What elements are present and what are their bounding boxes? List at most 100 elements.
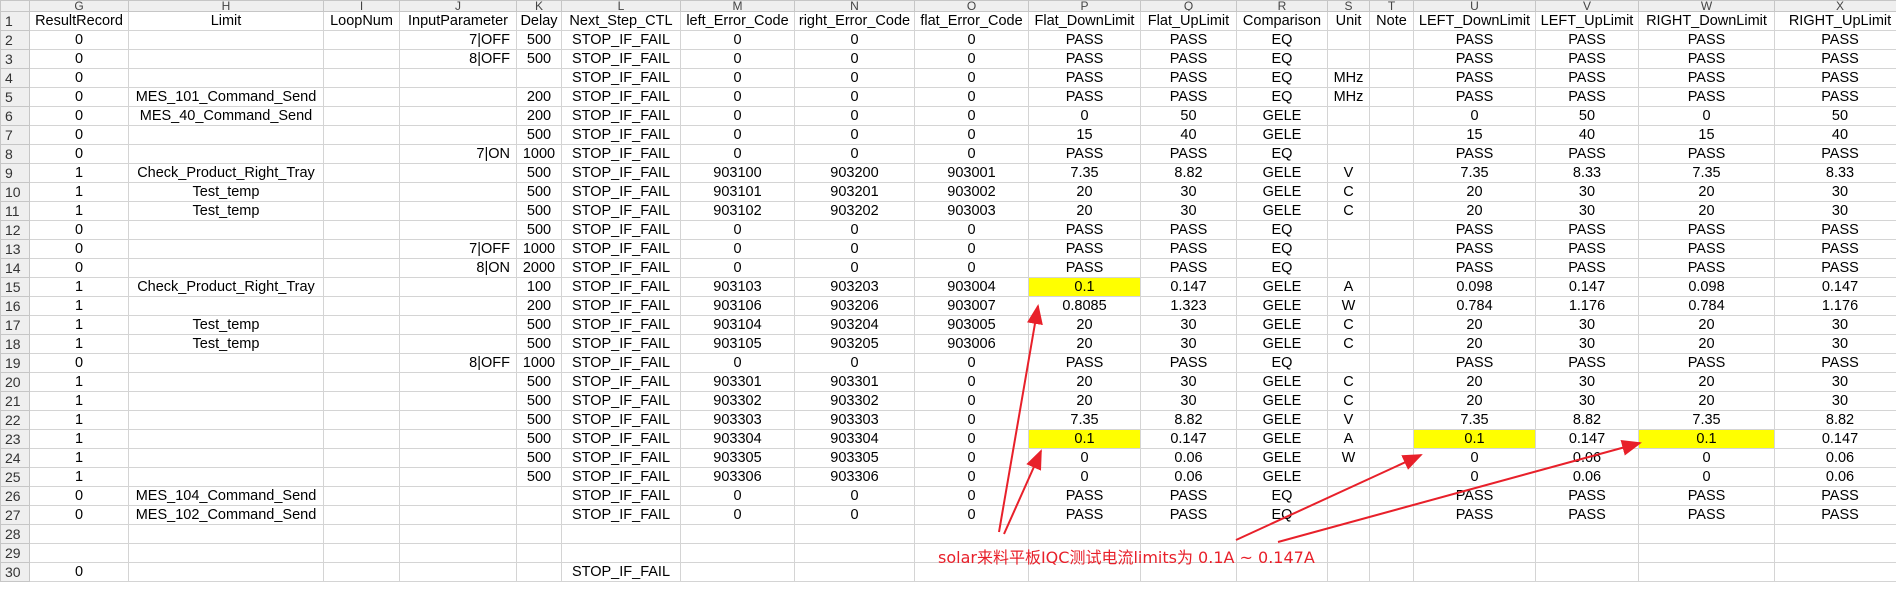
- cell[interactable]: [516, 524, 562, 544]
- cell[interactable]: 0: [29, 87, 129, 107]
- cell[interactable]: PASS: [1774, 68, 1896, 88]
- cell[interactable]: [1369, 429, 1414, 449]
- cell[interactable]: [1369, 467, 1414, 487]
- cell[interactable]: [1638, 562, 1775, 582]
- cell[interactable]: PASS: [1028, 258, 1141, 278]
- cell[interactable]: 903302: [794, 391, 915, 411]
- cell[interactable]: 0: [794, 505, 915, 525]
- row-number[interactable]: 14: [0, 258, 30, 278]
- column-letter[interactable]: H: [128, 0, 324, 12]
- cell[interactable]: 1: [29, 182, 129, 202]
- cell[interactable]: GELE: [1236, 182, 1328, 202]
- cell[interactable]: 0: [794, 353, 915, 373]
- cell[interactable]: 500: [516, 182, 562, 202]
- cell[interactable]: PASS: [1638, 258, 1775, 278]
- cell[interactable]: C: [1327, 391, 1370, 411]
- cell[interactable]: PASS: [1638, 49, 1775, 69]
- cell[interactable]: 0.147: [1140, 429, 1237, 449]
- cell[interactable]: 1.323: [1140, 296, 1237, 316]
- cell[interactable]: [323, 524, 400, 544]
- cell[interactable]: [323, 68, 400, 88]
- cell[interactable]: STOP_IF_FAIL: [561, 467, 681, 487]
- cell[interactable]: 20: [1028, 182, 1141, 202]
- cell[interactable]: 1: [29, 467, 129, 487]
- cell[interactable]: [323, 543, 400, 563]
- row-number[interactable]: 19: [0, 353, 30, 373]
- cell[interactable]: PASS: [1028, 144, 1141, 164]
- cell[interactable]: 500: [516, 410, 562, 430]
- cell[interactable]: V: [1327, 163, 1370, 183]
- cell[interactable]: [323, 505, 400, 525]
- cell[interactable]: PASS: [1638, 68, 1775, 88]
- cell[interactable]: PASS: [1140, 486, 1237, 506]
- cell[interactable]: [794, 524, 915, 544]
- cell[interactable]: 1: [29, 201, 129, 221]
- cell[interactable]: [1535, 543, 1639, 563]
- cell[interactable]: [399, 125, 517, 145]
- cell[interactable]: 903306: [680, 467, 795, 487]
- cell[interactable]: 0: [1638, 448, 1775, 468]
- cell[interactable]: STOP_IF_FAIL: [561, 562, 681, 582]
- cell[interactable]: 0: [680, 505, 795, 525]
- cell[interactable]: [516, 562, 562, 582]
- cell[interactable]: PASS: [1638, 220, 1775, 240]
- cell[interactable]: 0.06: [1774, 448, 1896, 468]
- cell[interactable]: 200: [516, 296, 562, 316]
- cell[interactable]: STOP_IF_FAIL: [561, 258, 681, 278]
- cell[interactable]: Test_temp: [128, 315, 324, 335]
- cell[interactable]: EQ: [1236, 239, 1328, 259]
- cell[interactable]: GELE: [1236, 163, 1328, 183]
- cell[interactable]: 20: [1413, 372, 1536, 392]
- cell[interactable]: 1: [29, 163, 129, 183]
- cell[interactable]: 903206: [794, 296, 915, 316]
- cell[interactable]: [323, 239, 400, 259]
- cell[interactable]: EQ: [1236, 30, 1328, 50]
- cell[interactable]: STOP_IF_FAIL: [561, 277, 681, 297]
- cell[interactable]: [1774, 562, 1896, 582]
- cell[interactable]: PASS: [1535, 239, 1639, 259]
- cell[interactable]: 0: [794, 87, 915, 107]
- cell[interactable]: [128, 68, 324, 88]
- cell[interactable]: [1369, 543, 1414, 563]
- cell[interactable]: 0.06: [1140, 467, 1237, 487]
- cell[interactable]: 0: [914, 68, 1029, 88]
- cell[interactable]: PASS: [1140, 239, 1237, 259]
- cell[interactable]: [1327, 144, 1370, 164]
- cell[interactable]: [1369, 182, 1414, 202]
- cell[interactable]: 20: [1638, 372, 1775, 392]
- cell[interactable]: [323, 182, 400, 202]
- cell[interactable]: 20: [1413, 201, 1536, 221]
- cell[interactable]: [323, 562, 400, 582]
- cell[interactable]: [323, 315, 400, 335]
- cell[interactable]: [399, 277, 517, 297]
- cell[interactable]: 7.35: [1028, 163, 1141, 183]
- cell[interactable]: 0: [29, 353, 129, 373]
- cell[interactable]: PASS: [1535, 49, 1639, 69]
- row-number[interactable]: 1: [0, 11, 30, 31]
- cell[interactable]: [128, 220, 324, 240]
- cell[interactable]: [1369, 106, 1414, 126]
- cell[interactable]: 903301: [680, 372, 795, 392]
- cell[interactable]: [680, 562, 795, 582]
- column-header[interactable]: Delay: [516, 11, 562, 31]
- cell[interactable]: PASS: [1774, 239, 1896, 259]
- cell[interactable]: 903104: [680, 315, 795, 335]
- column-letter[interactable]: M: [680, 0, 795, 12]
- cell[interactable]: 0: [29, 30, 129, 50]
- cell[interactable]: [399, 467, 517, 487]
- cell[interactable]: 1.176: [1774, 296, 1896, 316]
- cell[interactable]: [1327, 258, 1370, 278]
- cell[interactable]: [1369, 277, 1414, 297]
- cell[interactable]: 8|OFF: [399, 353, 517, 373]
- cell[interactable]: [323, 467, 400, 487]
- cell[interactable]: 0: [794, 30, 915, 50]
- cell[interactable]: 500: [516, 448, 562, 468]
- cell[interactable]: [399, 201, 517, 221]
- row-number[interactable]: 3: [0, 49, 30, 69]
- cell[interactable]: 30: [1535, 315, 1639, 335]
- cell[interactable]: 30: [1774, 201, 1896, 221]
- cell[interactable]: STOP_IF_FAIL: [561, 125, 681, 145]
- cell[interactable]: EQ: [1236, 505, 1328, 525]
- cell[interactable]: 0.1: [1028, 277, 1141, 297]
- cell[interactable]: 0: [914, 410, 1029, 430]
